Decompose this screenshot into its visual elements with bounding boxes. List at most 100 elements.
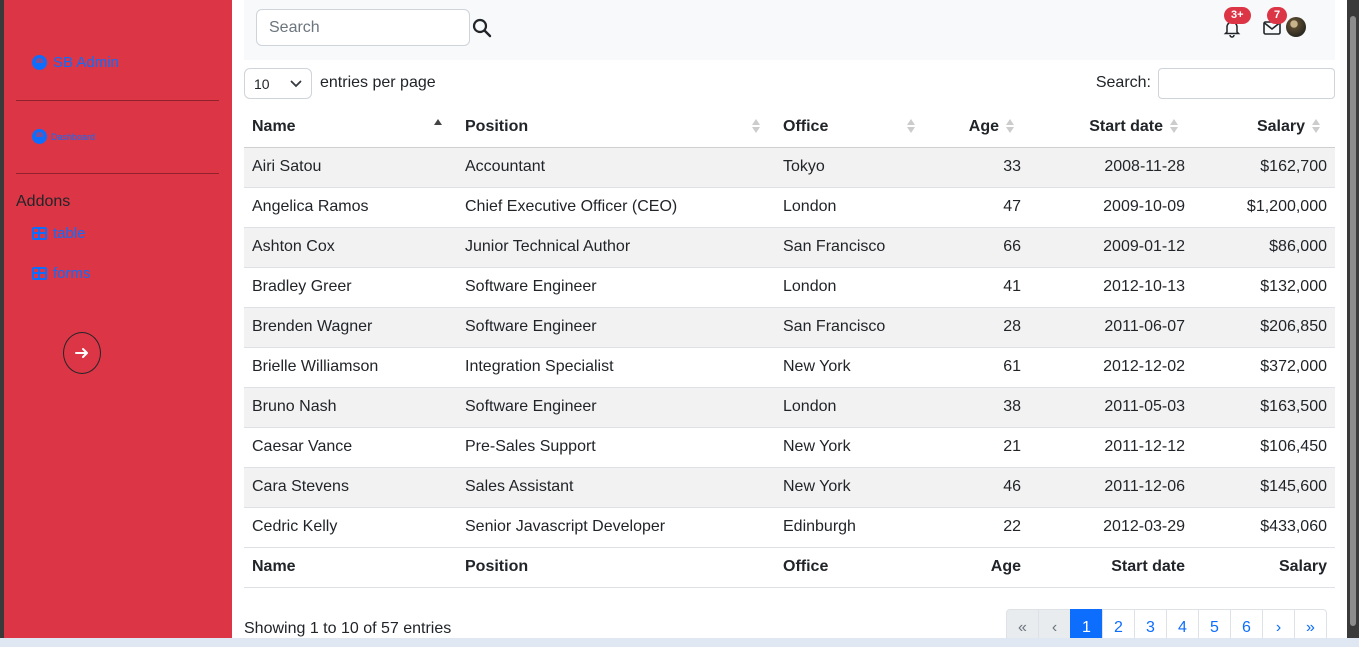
datatable-controls: 10 entries per page Search: [244, 68, 1335, 100]
cell-office: London [775, 387, 920, 428]
chevron-down-icon [290, 80, 302, 87]
cell-start-date: 2011-12-12 [1029, 427, 1193, 468]
cell-office: San Francisco [775, 227, 920, 268]
search-icon[interactable] [472, 18, 492, 38]
per-page-select[interactable]: 10 [244, 68, 312, 99]
sort-icon [1170, 119, 1179, 135]
table-row: Angelica Ramos Chief Executive Officer (C… [244, 187, 1335, 228]
table-row: Bruno Nash Software Engineer London 38 2011-… [244, 387, 1335, 428]
column-header-label: Name [252, 117, 296, 135]
column-footer-office: Office [775, 546, 920, 588]
table-info: Showing 1 to 10 of 57 entries [244, 620, 452, 637]
cell-position: Integration Specialist [457, 347, 775, 388]
cell-office: Tokyo [775, 147, 920, 188]
table-row: Brielle Williamson Integration Specialist… [244, 347, 1335, 388]
data-table: Name Position Office Age Start date Sala… [244, 107, 1335, 588]
sidebar-divider [16, 173, 219, 174]
cell-office: London [775, 187, 920, 228]
sort-icon [1312, 119, 1321, 135]
per-page-value: 10 [254, 75, 270, 92]
cell-position: Sales Assistant [457, 467, 775, 508]
cell-office: San Francisco [775, 307, 920, 348]
scrollbar-thumb[interactable] [1350, 16, 1356, 626]
column-header-name[interactable]: Name [244, 107, 457, 148]
table-row: Brenden Wagner Software Engineer San Franc… [244, 307, 1335, 348]
table-row: Cara Stevens Sales Assistant New York 46 201… [244, 467, 1335, 508]
cell-start-date: 2009-10-09 [1029, 187, 1193, 228]
cell-position: Accountant [457, 147, 775, 188]
arrow-right-icon [75, 348, 88, 358]
cell-position: Chief Executive Officer (CEO) [457, 187, 775, 228]
column-footer-position: Position [457, 546, 775, 588]
cell-age: 61 [920, 347, 1029, 388]
sidebar-item-dashboard[interactable]: Dashboard [32, 129, 95, 144]
search-input[interactable]: Search [256, 9, 470, 46]
cell-age: 38 [920, 387, 1029, 428]
user-circle-icon [32, 55, 47, 70]
sidebar-item-label: forms [53, 265, 91, 282]
cell-office: Edinburgh [775, 507, 920, 548]
cell-start-date: 2012-12-02 [1029, 347, 1193, 388]
sidebar-item-table[interactable]: table [32, 225, 86, 242]
table-search-input[interactable] [1158, 68, 1335, 99]
table-icon [32, 227, 47, 240]
per-page-label: entries per page [320, 74, 436, 91]
sort-icon [752, 119, 761, 135]
column-header-label: Office [783, 117, 829, 135]
cell-name: Angelica Ramos [244, 187, 457, 228]
cell-age: 28 [920, 307, 1029, 348]
avatar[interactable] [1286, 17, 1306, 37]
column-footer-age: Age [920, 546, 1029, 588]
cell-name: Brielle Williamson [244, 347, 457, 388]
sidebar-brand-link[interactable]: SB Admin [32, 54, 119, 71]
sort-icon [907, 119, 916, 135]
cell-name: Brenden Wagner [244, 307, 457, 348]
column-header-age[interactable]: Age [920, 107, 1029, 148]
cell-start-date: 2011-12-06 [1029, 467, 1193, 508]
sidebar-item-label: table [53, 225, 86, 242]
cell-salary: $145,600 [1193, 467, 1335, 508]
cell-salary: $1,200,000 [1193, 187, 1335, 228]
cell-name: Ashton Cox [244, 227, 457, 268]
brand-label: SB Admin [53, 54, 119, 71]
table-footer-row: Name Position Office Age Start date Sala… [244, 546, 1335, 588]
cell-office: New York [775, 347, 920, 388]
sidebar-toggle-button[interactable] [63, 332, 101, 374]
column-header-position[interactable]: Position [457, 107, 775, 148]
table-icon [32, 267, 47, 280]
column-header-salary[interactable]: Salary [1193, 107, 1335, 148]
table-row: Ashton Cox Junior Technical Author San Fra… [244, 227, 1335, 268]
column-header-label: Position [465, 117, 529, 135]
table-row: Cedric Kelly Senior Javascript Developer E… [244, 507, 1335, 548]
column-header-office[interactable]: Office [775, 107, 920, 148]
cell-start-date: 2008-11-28 [1029, 147, 1193, 188]
sidebar-heading-addons: Addons [16, 193, 71, 210]
cell-position: Software Engineer [457, 267, 775, 308]
cell-office: London [775, 267, 920, 308]
cell-name: Airi Satou [244, 147, 457, 188]
table-row: Caesar Vance Pre-Sales Support New York 21 2… [244, 427, 1335, 468]
cell-name: Bradley Greer [244, 267, 457, 308]
cell-start-date: 2011-06-07 [1029, 307, 1193, 348]
cell-salary: $372,000 [1193, 347, 1335, 388]
cell-age: 41 [920, 267, 1029, 308]
cell-age: 46 [920, 467, 1029, 508]
cell-name: Bruno Nash [244, 387, 457, 428]
cell-salary: $433,060 [1193, 507, 1335, 548]
cell-salary: $206,850 [1193, 307, 1335, 348]
cell-position: Junior Technical Author [457, 227, 775, 268]
table-row: Bradley Greer Software Engineer London 41 20… [244, 267, 1335, 308]
cell-name: Cara Stevens [244, 467, 457, 508]
cell-position: Senior Javascript Developer [457, 507, 775, 548]
column-header-start-date[interactable]: Start date [1029, 107, 1193, 148]
cell-age: 21 [920, 427, 1029, 468]
window-bottom-edge [0, 638, 1359, 647]
cell-name: Caesar Vance [244, 427, 457, 468]
vertical-scrollbar[interactable] [1347, 0, 1359, 647]
tachometer-icon [32, 129, 47, 144]
topbar: Search 3+ 7 [244, 0, 1335, 60]
sidebar-item-forms[interactable]: forms [32, 265, 91, 282]
app-window: SB Admin Dashboard Addons table forms Se… [0, 0, 1359, 647]
table-header-row: Name Position Office Age Start date Sala… [244, 107, 1335, 148]
column-header-label: Age [968, 117, 999, 135]
